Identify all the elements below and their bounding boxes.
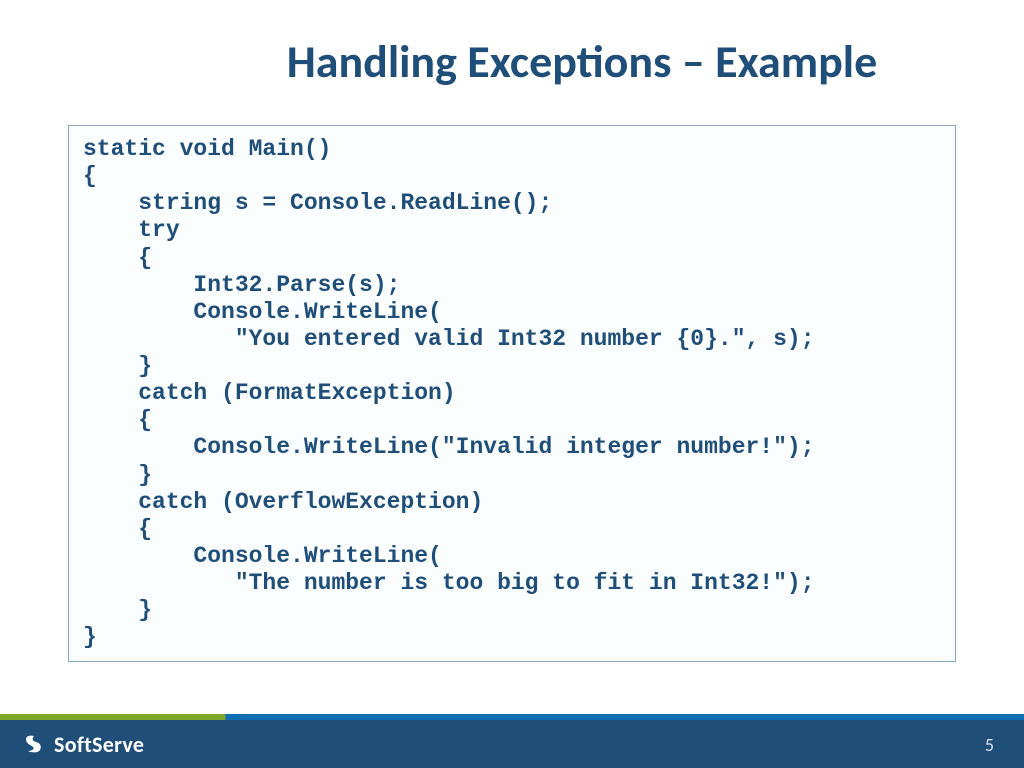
slide-title: Handling Exceptions – Example — [0, 34, 1024, 90]
code-example: static void Main() { string s = Console.… — [83, 136, 941, 651]
brand-name: SoftServe — [54, 731, 144, 758]
brand-logo-icon — [22, 732, 46, 756]
code-example-box: static void Main() { string s = Console.… — [68, 125, 956, 662]
brand-logo: SoftServe — [22, 731, 144, 758]
footer-bar: SoftServe 5 — [0, 720, 1024, 768]
slide: Handling Exceptions – Example static voi… — [0, 0, 1024, 768]
page-number: 5 — [985, 734, 994, 756]
